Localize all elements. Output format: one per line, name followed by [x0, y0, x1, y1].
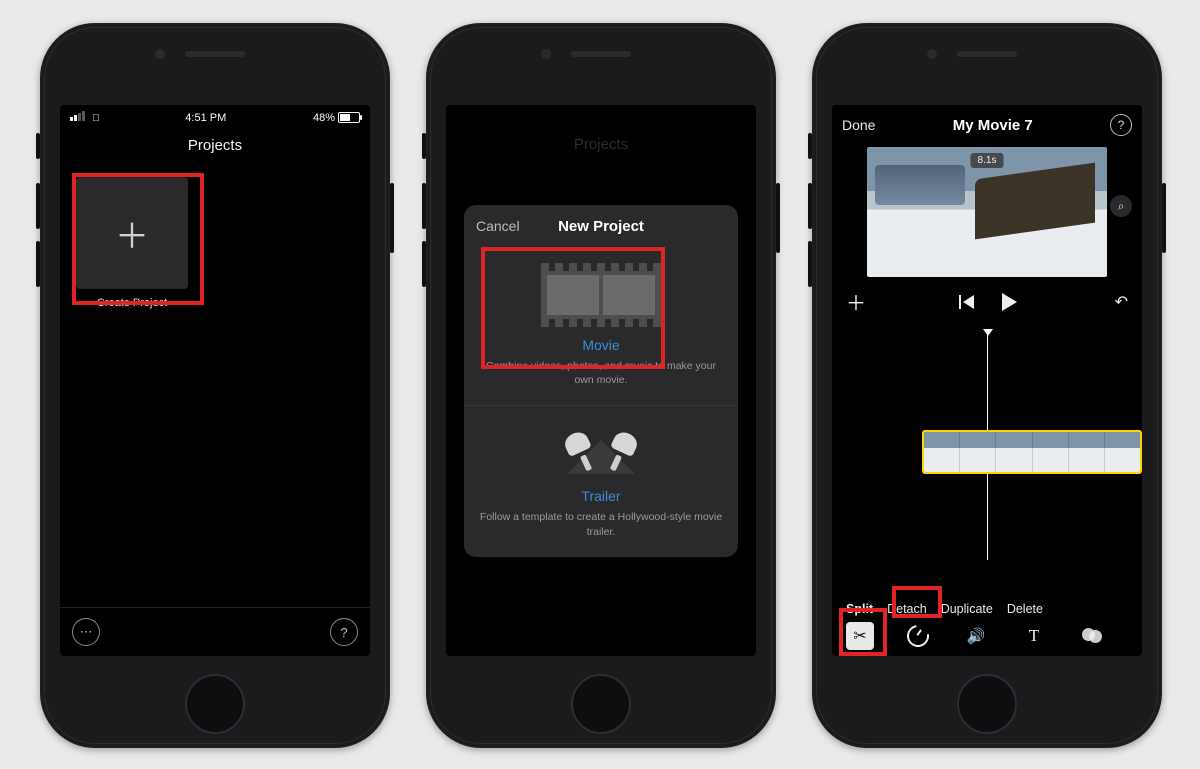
- speaker: [957, 51, 1017, 57]
- option-movie[interactable]: Movie Combine videos, photos, and music …: [464, 247, 738, 405]
- front-camera: [155, 49, 165, 59]
- speaker: [571, 51, 631, 57]
- play-button[interactable]: [1002, 293, 1017, 311]
- video-preview[interactable]: 8.1s: [867, 147, 1107, 277]
- done-button[interactable]: Done: [842, 117, 875, 133]
- timeline-clip[interactable]: [922, 430, 1142, 474]
- home-button[interactable]: [571, 674, 631, 734]
- volume-up: [36, 183, 40, 229]
- tool-volume[interactable]: 🔊: [962, 622, 990, 650]
- filmstrip-icon: [541, 263, 661, 327]
- tool-filters[interactable]: [1078, 622, 1106, 650]
- footer-bar: ⋯ ?: [60, 607, 370, 656]
- trailer-desc: Follow a template to create a Hollywood-…: [478, 510, 724, 538]
- mute-switch: [808, 133, 812, 159]
- power-button: [390, 183, 394, 253]
- project-title: My Movie 7: [953, 117, 1033, 134]
- tool-speed[interactable]: [904, 622, 932, 650]
- duration-badge: 8.1s: [971, 153, 1004, 168]
- screen-new-project: Projects Cancel New Project Movie Combin…: [446, 105, 756, 656]
- timeline[interactable]: [832, 330, 1142, 560]
- phone-editor: Done My Movie 7 ? 8.1s ⌕ ＋ ↶: [812, 23, 1162, 748]
- front-camera: [541, 49, 551, 59]
- help-button[interactable]: ?: [330, 618, 358, 646]
- undo-button[interactable]: ↶: [1115, 292, 1128, 312]
- speedometer-icon: [903, 621, 934, 652]
- tool-titles[interactable]: T: [1020, 622, 1048, 650]
- mute-switch: [422, 133, 426, 159]
- phone-projects: 􀙇 4:51 PM 48% Projects ＋ Create Project …: [40, 23, 390, 748]
- option-trailer[interactable]: Trailer Follow a template to create a Ho…: [464, 405, 738, 556]
- power-button: [1162, 183, 1166, 253]
- page-title: Projects: [188, 137, 242, 154]
- tab-detach[interactable]: Detach: [887, 602, 927, 616]
- battery-indicator: 48%: [313, 112, 360, 124]
- volume-up: [808, 183, 812, 229]
- phone-new-project: Projects Cancel New Project Movie Combin…: [426, 23, 776, 748]
- signal-icon: 􀙇: [70, 111, 99, 124]
- mute-switch: [36, 133, 40, 159]
- action-tabs: Split Detach Duplicate Delete: [832, 602, 1142, 616]
- toolbar: ✂ 🔊 T: [832, 616, 1142, 656]
- tab-split[interactable]: Split: [846, 602, 873, 616]
- volume-down: [36, 241, 40, 287]
- tab-duplicate[interactable]: Duplicate: [941, 602, 993, 616]
- zoom-button[interactable]: ⌕: [1110, 195, 1132, 217]
- screen-editor: Done My Movie 7 ? 8.1s ⌕ ＋ ↶: [832, 105, 1142, 656]
- speaker: [185, 51, 245, 57]
- add-media-button[interactable]: ＋: [846, 287, 866, 316]
- tab-delete[interactable]: Delete: [1007, 602, 1043, 616]
- prev-button[interactable]: [963, 295, 974, 309]
- editor-header: Done My Movie 7 ?: [832, 105, 1142, 145]
- screen-projects: 􀙇 4:51 PM 48% Projects ＋ Create Project …: [60, 105, 370, 656]
- volume-up: [422, 183, 426, 229]
- power-button: [776, 183, 780, 253]
- battery-pct: 48%: [313, 112, 335, 124]
- tool-cut[interactable]: ✂: [846, 622, 874, 650]
- status-time: 4:51 PM: [185, 112, 226, 124]
- spotlights-icon: [561, 422, 641, 478]
- help-button[interactable]: ?: [1110, 114, 1132, 136]
- cancel-button[interactable]: Cancel: [476, 205, 520, 247]
- plus-icon: ＋: [76, 177, 188, 289]
- volume-down: [422, 241, 426, 287]
- volume-down: [808, 241, 812, 287]
- movie-desc: Combine videos, photos, and music to mak…: [478, 359, 724, 387]
- status-bar: 􀙇 4:51 PM 48%: [60, 105, 370, 126]
- trailer-label: Trailer: [478, 488, 724, 504]
- sheet-title: New Project: [558, 218, 644, 235]
- home-button[interactable]: [185, 674, 245, 734]
- transport-bar: ＋ ↶: [832, 277, 1142, 326]
- navbar-projects: Projects: [60, 126, 370, 164]
- front-camera: [927, 49, 937, 59]
- new-project-sheet: Cancel New Project Movie Combine videos,…: [464, 205, 738, 557]
- movie-label: Movie: [478, 337, 724, 353]
- stage: 􀙇 4:51 PM 48% Projects ＋ Create Project …: [0, 0, 1200, 769]
- home-button[interactable]: [957, 674, 1017, 734]
- create-project-label: Create Project: [76, 297, 188, 309]
- more-button[interactable]: ⋯: [72, 618, 100, 646]
- create-project-tile[interactable]: ＋ Create Project: [76, 177, 188, 309]
- sheet-header: Cancel New Project: [464, 205, 738, 247]
- filters-icon: [1082, 628, 1102, 644]
